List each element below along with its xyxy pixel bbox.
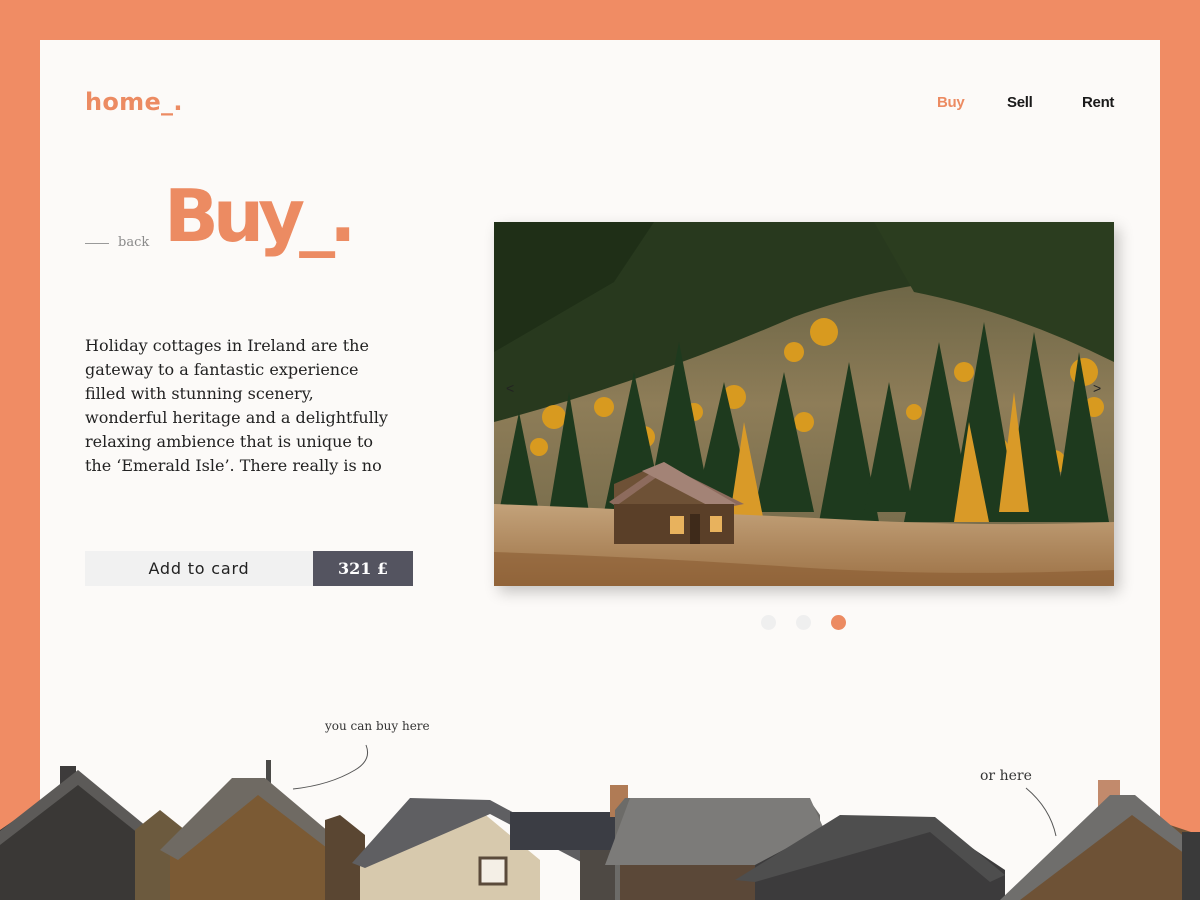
add-to-cart-button[interactable]: Add to card — [85, 551, 313, 586]
village-rooftops — [0, 744, 1200, 900]
carousel-dot-2[interactable] — [796, 615, 811, 630]
back-line — [85, 243, 109, 244]
nav-sell[interactable]: Sell — [1007, 94, 1033, 111]
page-title: Buy_. — [164, 174, 356, 258]
cabin-photo — [494, 222, 1114, 586]
price-badge: 321 £ — [313, 551, 413, 586]
carousel-next-arrow[interactable]: > — [1093, 380, 1101, 396]
carousel-dots — [761, 615, 846, 630]
carousel-dot-1[interactable] — [761, 615, 776, 630]
nav-buy[interactable]: Buy — [937, 94, 965, 111]
nav-rent[interactable]: Rent — [1082, 94, 1114, 111]
back-link[interactable]: back — [118, 235, 149, 250]
logo[interactable]: home_. — [85, 88, 183, 116]
carousel-prev-arrow[interactable]: < — [506, 380, 514, 396]
description: Holiday cottages in Ireland are the gate… — [85, 336, 388, 475]
carousel-dot-3[interactable] — [831, 615, 846, 630]
annotation-left: you can buy here — [325, 719, 430, 733]
